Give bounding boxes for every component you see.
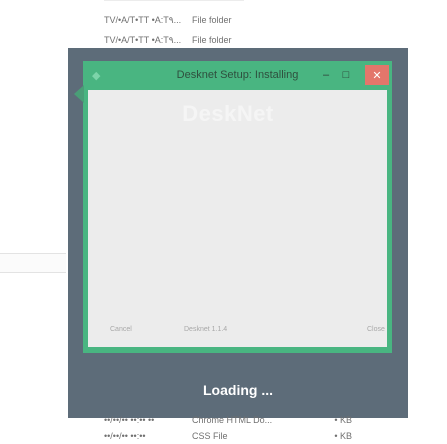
installer-content: DeskNet Cancel Desknet 1.1.4 Close [88,90,387,347]
setup-window: ◆ Desknet Setup: Installing – □ ✕ DeskNe… [74,61,392,353]
file-row[interactable]: TV/•A/T•TT •A:T٩... File folder [104,32,312,48]
file-row[interactable]: ••/••/•• ••:•• •• Chrome HTML Do... • KB [104,412,352,428]
title-bar[interactable]: ◆ Desknet Setup: Installing – □ ✕ [83,61,392,90]
file-date: TV/•A/T•TT •A:T٩... [104,14,182,25]
file-type: File folder [192,15,232,25]
close-button[interactable]: Close [367,326,385,333]
navigation-pane-item[interactable] [0,253,66,273]
file-row[interactable]: TV/•A/T•TT •A:T٩... File folder [104,12,312,28]
explorer-header-divider [104,0,244,3]
minimize-icon[interactable]: – [319,65,333,85]
loading-text: Loading ... [203,382,273,398]
cancel-button[interactable]: Cancel [110,326,132,333]
close-icon[interactable]: ✕ [365,65,389,85]
file-size: • KB [334,415,352,425]
file-type: Chrome HTML Do... [192,415,273,425]
version-label: Desknet 1.1.4 [184,326,228,333]
file-date: ••/••/•• ••:•• [104,431,146,441]
file-date: ••/••/•• ••:•• •• [104,415,155,425]
brand-watermark: DeskNet [182,101,274,126]
file-size: • KB [334,431,352,441]
file-date: TV/•A/T•TT •A:T٩... [104,34,182,45]
maximize-icon[interactable]: □ [339,65,353,85]
back-arrow-icon[interactable] [74,85,84,103]
file-row[interactable]: ••/••/•• ••:•• CSS File • KB [104,428,352,444]
file-type: CSS File [192,431,228,441]
file-type: File folder [192,35,232,45]
